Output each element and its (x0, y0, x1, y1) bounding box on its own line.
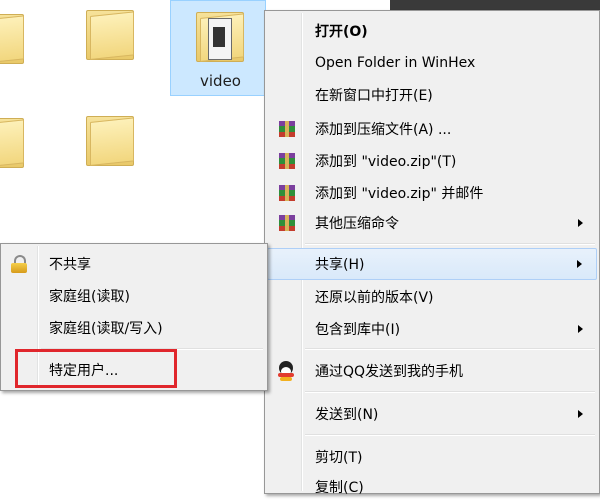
lock-icon (11, 255, 27, 273)
menu-item-label: Open Folder in WinHex (315, 55, 476, 71)
menu-separator (305, 348, 595, 350)
menu-item-label: 通过QQ发送到我的手机 (315, 364, 464, 380)
menu-item-include-library[interactable]: 包含到库中(I) (267, 313, 597, 345)
menu-item-label: 打开(O) (315, 24, 368, 40)
menu-separator (305, 243, 595, 245)
submenu-item-homegroup-read[interactable]: 家庭组(读取) (3, 280, 265, 312)
winrar-icon (279, 153, 295, 169)
qq-penguin-icon (277, 361, 295, 381)
menu-item-label: 剪切(T) (315, 450, 363, 466)
menu-item-add-zip[interactable]: 添加到 "video.zip"(T) (267, 145, 597, 177)
folder-name-label: video (200, 72, 241, 90)
menu-item-label: 发送到(N) (315, 407, 379, 423)
menu-item-add-archive[interactable]: 添加到压缩文件(A) ... (267, 113, 597, 145)
submenu-item-no-share[interactable]: 不共享 (3, 248, 265, 280)
menu-item-winhex[interactable]: Open Folder in WinHex (267, 47, 597, 79)
menu-item-send-to[interactable]: 发送到(N) (267, 398, 597, 430)
menu-separator (305, 434, 595, 436)
menu-separator (305, 391, 595, 393)
menu-item-label: 共享(H) (315, 257, 365, 273)
menu-item-label: 在新窗口中打开(E) (315, 88, 433, 104)
winrar-icon (279, 185, 295, 201)
submenu-arrow-icon (578, 219, 583, 227)
menu-item-share[interactable]: 共享(H) (267, 248, 597, 280)
winrar-icon (279, 215, 295, 231)
menu-item-open[interactable]: 打开(O) (267, 15, 597, 47)
menu-item-label: 不共享 (49, 257, 91, 273)
menu-item-label: 其他压缩命令 (315, 216, 399, 232)
menu-item-label: 复制(C) (315, 480, 364, 496)
submenu-arrow-icon (578, 325, 583, 333)
menu-item-other-compress[interactable]: 其他压缩命令 (267, 207, 597, 239)
menu-item-add-zip-email[interactable]: 添加到 "video.zip" 并邮件 (267, 177, 597, 209)
menu-item-label: 添加到 "video.zip"(T) (315, 154, 457, 170)
menu-item-send-qq[interactable]: 通过QQ发送到我的手机 (267, 355, 597, 387)
submenu-item-homegroup-readwrite[interactable]: 家庭组(读取/写入) (3, 312, 265, 344)
menu-item-label: 家庭组(读取) (49, 289, 130, 305)
submenu-arrow-icon (578, 410, 583, 418)
menu-item-copy[interactable]: 复制(C) (267, 471, 597, 503)
folder-icon[interactable] (0, 8, 24, 65)
annotation-highlight-box (15, 349, 177, 388)
menu-item-label: 包含到库中(I) (315, 322, 401, 338)
winrar-icon (279, 121, 295, 137)
menu-item-restore-versions[interactable]: 还原以前的版本(V) (267, 281, 597, 313)
video-file-thumbnail (208, 18, 232, 60)
submenu-arrow-icon (577, 260, 582, 268)
folder-icon[interactable] (86, 4, 134, 61)
menu-item-cut[interactable]: 剪切(T) (267, 441, 597, 473)
menu-item-open-new-window[interactable]: 在新窗口中打开(E) (267, 79, 597, 111)
menu-item-label: 添加到压缩文件(A) ... (315, 122, 452, 138)
folder-icon[interactable] (86, 110, 134, 166)
context-menu: 打开(O) Open Folder in WinHex 在新窗口中打开(E) 添… (264, 10, 600, 496)
folder-icon[interactable] (0, 112, 24, 168)
menu-item-label: 家庭组(读取/写入) (49, 321, 163, 337)
menu-item-label: 添加到 "video.zip" 并邮件 (315, 186, 484, 202)
menu-item-label: 还原以前的版本(V) (315, 290, 434, 306)
